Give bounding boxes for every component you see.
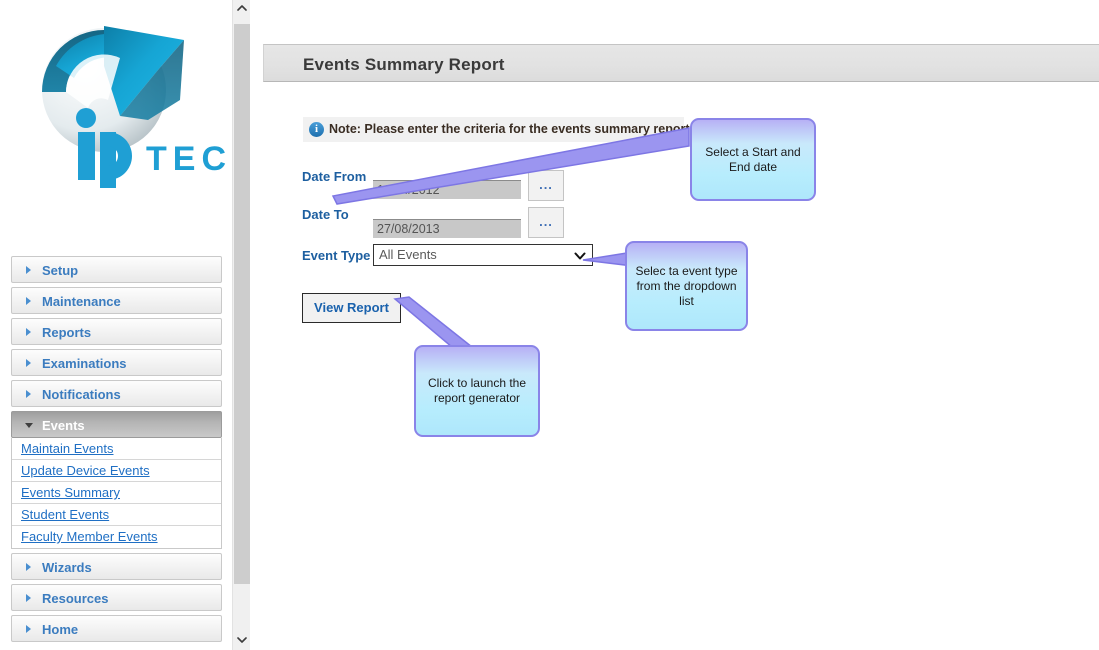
chevron-down-icon <box>237 637 247 643</box>
sidebar-item-label: Wizards <box>42 560 92 575</box>
sidebar-subitem-label: Events Summary <box>21 485 120 500</box>
sidebar-subitem-student-events[interactable]: Student Events <box>12 504 221 526</box>
sidebar-item-label: Examinations <box>42 356 127 371</box>
sidebar-subitem-maintain-events[interactable]: Maintain Events <box>12 438 221 460</box>
scrollbar-down-button[interactable] <box>233 632 251 650</box>
callout-tail-dates <box>331 127 690 205</box>
callout-view-report: Click to launch the report generator <box>414 345 540 437</box>
chevron-right-icon <box>26 358 31 367</box>
sidebar-item-home[interactable]: Home <box>11 615 222 642</box>
chevron-right-icon <box>26 593 31 602</box>
sidebar-item-label: Reports <box>42 325 92 340</box>
sidebar-item-label: Setup <box>42 263 79 278</box>
sidebar-item-maintenance[interactable]: Maintenance <box>11 287 222 314</box>
sidebar-subitem-update-device-events[interactable]: Update Device Events <box>12 460 221 482</box>
sidebar-item-setup[interactable]: Setup <box>11 256 222 283</box>
sidebar-item-label: Maintenance <box>42 294 121 309</box>
sidebar-subitem-label: Faculty Member Events <box>21 529 158 544</box>
page-title: Events Summary Report <box>303 55 505 74</box>
page-header-bar: Events Summary Report <box>263 44 1099 82</box>
date-to-picker-button[interactable]: ... <box>528 207 564 238</box>
sidebar-subitem-faculty-member-events[interactable]: Faculty Member Events <box>12 526 221 548</box>
callout-select-event-type: Selec ta event type from the dropdown li… <box>625 241 748 331</box>
sidebar-item-reports[interactable]: Reports <box>11 318 222 345</box>
scrollbar-up-button[interactable] <box>233 0 251 18</box>
sidebar-item-wizards[interactable]: Wizards <box>11 553 222 580</box>
logo-wordmark: TECH <box>146 140 232 178</box>
left-panel: TECH Setup Maintenance Reports Examinati… <box>0 0 232 650</box>
date-to-input[interactable] <box>373 219 521 238</box>
main-content: Events Summary Report i Note: Please ent… <box>251 0 1099 650</box>
logo-graphic: TECH <box>42 26 232 188</box>
chevron-right-icon <box>26 624 31 633</box>
sidebar-item-label: Resources <box>42 591 109 606</box>
sidebar-submenu-events: Maintain Events Update Device Events Eve… <box>11 438 222 549</box>
chevron-up-icon <box>237 5 247 11</box>
sidebar-item-label: Home <box>42 622 79 637</box>
chevron-down-icon <box>25 422 33 428</box>
brand-logo: TECH <box>8 8 232 198</box>
sidebar-item-resources[interactable]: Resources <box>11 584 222 611</box>
sidebar-subitem-events-summary[interactable]: Events Summary <box>12 482 221 504</box>
sidebar-item-events[interactable]: Events <box>11 411 222 438</box>
scrollbar-thumb[interactable] <box>234 24 250 584</box>
sidebar-item-examinations[interactable]: Examinations <box>11 349 222 376</box>
callout-select-dates: Select a Start and End date <box>690 118 816 201</box>
ellipsis-icon: ... <box>539 214 553 229</box>
event-type-label: Event Type <box>302 248 371 263</box>
sidebar-item-label: Events <box>42 418 85 433</box>
sidebar-subitem-label: Maintain Events <box>21 441 114 456</box>
chevron-right-icon <box>26 562 31 571</box>
chevron-right-icon <box>26 265 31 274</box>
sidebar-scrollbar[interactable] <box>232 0 251 650</box>
chevron-right-icon <box>26 296 31 305</box>
info-icon: i <box>309 122 324 137</box>
sidebar-item-label: Notifications <box>42 387 121 402</box>
event-type-value: All Events <box>379 247 437 262</box>
sidebar-subitem-label: Update Device Events <box>21 463 150 478</box>
sidebar-item-notifications[interactable]: Notifications <box>11 380 222 407</box>
chevron-right-icon <box>26 389 31 398</box>
sidebar-nav: Setup Maintenance Reports Examinations N… <box>11 256 222 646</box>
event-type-select[interactable]: All Events <box>373 244 593 266</box>
sidebar-subitem-label: Student Events <box>21 507 110 522</box>
chevron-right-icon <box>26 327 31 336</box>
